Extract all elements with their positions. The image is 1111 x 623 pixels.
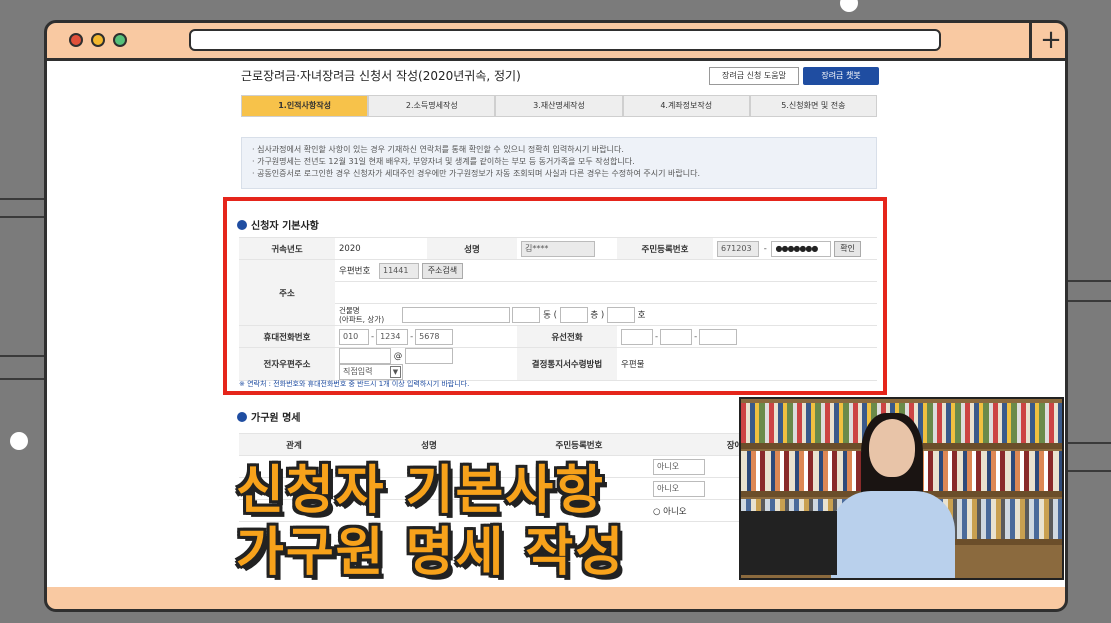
help-button[interactable]: 장려금 신청 도움말: [709, 67, 799, 85]
chatbot-button[interactable]: 장려금 챗봇: [803, 67, 879, 85]
disabled-select-row2[interactable]: 아니오: [653, 480, 705, 497]
step-5[interactable]: 5.신청화면 및 전송: [749, 95, 878, 117]
step-3[interactable]: 3.재산명세작성: [495, 95, 623, 117]
decorative-line: [0, 216, 44, 218]
section-bullet-icon: [237, 412, 247, 422]
page-title: 근로장려금·자녀장려금 신청서 작성(2020년귀속, 정기): [241, 69, 521, 83]
browser-titlebar: +: [47, 23, 1065, 61]
highlight-box: [223, 197, 887, 395]
plus-icon[interactable]: +: [1035, 23, 1065, 58]
presenter-head: [869, 419, 915, 477]
laptop: [741, 511, 837, 575]
notice-line: · 가구원명세는 전년도 12월 31일 현재 배우자, 부양자녀 및 생계를 …: [252, 157, 635, 166]
decorative-line: [1068, 470, 1111, 472]
titlebar-divider: [1029, 23, 1032, 58]
presenter: [821, 413, 961, 578]
progress-steps: 1.인적사항작성 2.소득명세작성 3.재산명세작성 4.계좌정보작성 5.신청…: [241, 95, 878, 117]
notice-box: · 심사과정에서 확인할 사항이 있는 경우 기재하신 연락처를 통해 확인할 …: [241, 137, 877, 189]
presenter-shirt: [831, 491, 955, 578]
window-close-dot[interactable]: [69, 33, 83, 47]
household-section-title: 가구원 명세: [237, 409, 300, 424]
decorative-line: [0, 378, 44, 380]
radio-no[interactable]: ○ 아니오: [653, 507, 687, 517]
decorative-line: [1068, 442, 1111, 444]
notice-line: · 심사과정에서 확인할 사항이 있는 경우 기재하신 연락처를 통해 확인할 …: [252, 145, 624, 154]
window-minimize-dot[interactable]: [91, 33, 105, 47]
radio-no-label: 아니오: [663, 506, 687, 517]
step-4[interactable]: 4.계좌정보작성: [622, 95, 750, 117]
step-1[interactable]: 1.인적사항작성: [241, 95, 369, 117]
decorative-line: [0, 355, 44, 357]
decorative-line: [1068, 280, 1111, 282]
presenter-video: [739, 397, 1064, 580]
household-section-label: 가구원 명세: [251, 413, 301, 424]
decorative-dot: [840, 0, 858, 12]
caption-line-2: 가구원 명세 작성: [236, 523, 626, 583]
notice-line: · 공동인증서로 로그인한 경우 신청자가 세대주인 경우에만 가구원정보가 자…: [252, 169, 701, 178]
step-2[interactable]: 2.소득명세작성: [368, 95, 496, 117]
decorative-dot: [10, 432, 28, 450]
address-bar[interactable]: [189, 29, 941, 51]
decorative-line: [0, 198, 44, 200]
window-maximize-dot[interactable]: [113, 33, 127, 47]
disabled-select-row1[interactable]: 아니오: [653, 458, 705, 475]
decorative-line: [1068, 300, 1111, 302]
